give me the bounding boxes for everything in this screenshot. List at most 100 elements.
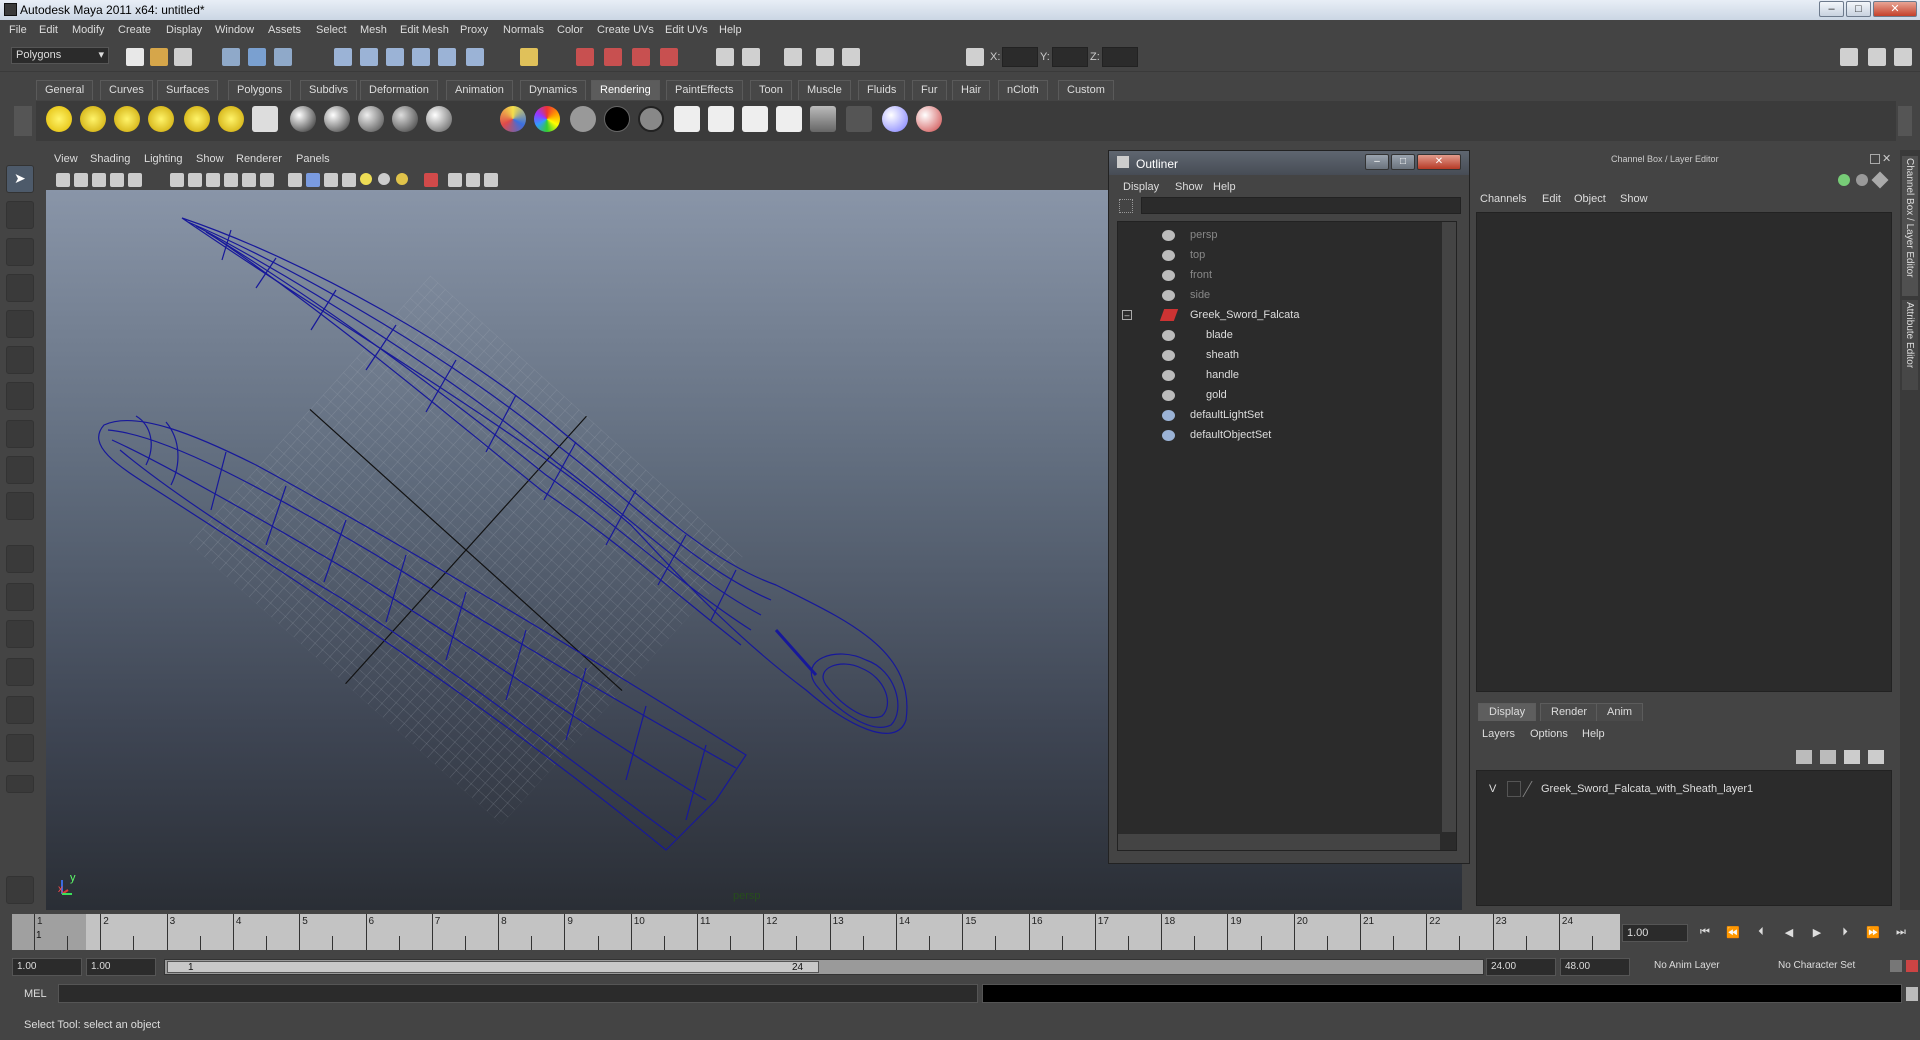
- phonge-shader-icon[interactable]: [358, 106, 384, 132]
- shelf-tab-hair[interactable]: Hair: [952, 80, 991, 100]
- go-to-start-icon[interactable]: ⏮: [1696, 926, 1714, 940]
- outliner-menu-help[interactable]: Help: [1213, 181, 1236, 193]
- shelf-tab-painteffects[interactable]: PaintEffects: [666, 80, 743, 100]
- render-settings-icon[interactable]: [632, 48, 650, 66]
- single-perspective-layout-icon[interactable]: [6, 545, 34, 573]
- universal-manipulator-icon[interactable]: [6, 382, 34, 410]
- cb-menu-edit[interactable]: Edit: [1542, 193, 1561, 205]
- start-time-field[interactable]: 1.00: [12, 958, 82, 976]
- show-hide-attribute-icon[interactable]: [784, 48, 802, 66]
- vp-menu-view[interactable]: View: [54, 153, 78, 165]
- point-light-icon[interactable]: [114, 106, 140, 132]
- menu-set-dropdown[interactable]: Polygons ▾: [11, 47, 109, 64]
- shelf-tab-rendering[interactable]: Rendering: [591, 80, 660, 100]
- go-to-end-icon[interactable]: ⏭: [1892, 926, 1910, 940]
- paint-select-tool-icon[interactable]: [6, 238, 34, 266]
- anisotropic-shader-icon[interactable]: [426, 106, 452, 132]
- ipr-render-icon[interactable]: [604, 48, 622, 66]
- xray-joints-icon[interactable]: [466, 173, 480, 187]
- transform-icon[interactable]: [742, 48, 760, 66]
- time-slider[interactable]: 1 1 2 3 4 5 6 7 8 9 10 11 12 13 14 15 16 17 18 19 20 21 22 23 2…: [12, 914, 1620, 950]
- snap-grid-icon[interactable]: [334, 48, 352, 66]
- side-tab-channel-box[interactable]: Channel Box / Layer Editor: [1902, 156, 1918, 296]
- outliner-horizontal-scrollbar[interactable]: [1118, 834, 1440, 850]
- scale-tool-icon[interactable]: [6, 346, 34, 374]
- channel-box-area[interactable]: [1476, 212, 1892, 692]
- image-plane-icon[interactable]: [110, 173, 124, 187]
- persp-graph-layout-icon[interactable]: [6, 658, 34, 686]
- move-layer-down-icon[interactable]: [1820, 750, 1836, 764]
- default-lighting-icon[interactable]: [360, 173, 372, 185]
- safe-title-icon[interactable]: [260, 173, 274, 187]
- playback-start-field[interactable]: 1.00: [86, 958, 156, 976]
- step-back-key-icon[interactable]: ⏪: [1724, 926, 1742, 940]
- collapse-toggle-icon[interactable]: –: [1122, 310, 1132, 320]
- minimize-button[interactable]: –: [1819, 1, 1844, 17]
- shelf-tab-subdivs[interactable]: Subdivs: [300, 80, 358, 100]
- menu-assets[interactable]: Assets: [268, 24, 301, 36]
- side-tab-attribute-editor[interactable]: Attribute Editor: [1902, 300, 1918, 390]
- z-field[interactable]: [1102, 47, 1138, 67]
- auto-key-icon[interactable]: [1890, 960, 1902, 972]
- tool-settings-icon[interactable]: [1868, 48, 1886, 66]
- volume-light-icon[interactable]: [218, 106, 244, 132]
- bookmarks-icon[interactable]: [92, 173, 106, 187]
- hypershade-shelf-icon[interactable]: [810, 106, 836, 132]
- save-scene-icon[interactable]: [174, 48, 192, 66]
- hypershade-icon[interactable]: [660, 48, 678, 66]
- menu-help[interactable]: Help: [719, 24, 742, 36]
- outliner-minimize-button[interactable]: –: [1365, 154, 1389, 170]
- soft-modification-icon[interactable]: [6, 420, 34, 448]
- menu-edit[interactable]: Edit: [39, 24, 58, 36]
- ambient-light-icon[interactable]: [46, 106, 72, 132]
- end-time-field[interactable]: 48.00: [1560, 958, 1630, 976]
- play-forward-icon[interactable]: ▶: [1808, 926, 1826, 940]
- speed-icon[interactable]: [1856, 174, 1868, 186]
- layer-menu-layers[interactable]: Layers: [1482, 728, 1515, 740]
- render-layer-icon[interactable]: [846, 106, 872, 132]
- render-view-icon[interactable]: [674, 106, 700, 132]
- outliner-titlebar[interactable]: Outliner – □ ✕: [1109, 151, 1469, 175]
- directional-light-icon[interactable]: [80, 106, 106, 132]
- menu-create-uvs[interactable]: Create UVs: [597, 24, 654, 36]
- shelf-tab-polygons[interactable]: Polygons: [228, 80, 292, 100]
- range-slider-handle[interactable]: 1 24: [167, 961, 819, 973]
- component-display-icon[interactable]: [484, 173, 498, 187]
- textured-icon[interactable]: [342, 173, 356, 187]
- layout-collapse-icon[interactable]: [6, 775, 34, 793]
- batch-render-icon[interactable]: [742, 106, 768, 132]
- input-line-icon[interactable]: [716, 48, 734, 66]
- camera-attributes-icon[interactable]: [74, 173, 88, 187]
- outliner-item-front[interactable]: front: [1190, 269, 1212, 281]
- channel-box-icon[interactable]: [1894, 48, 1912, 66]
- script-editor-icon[interactable]: [1906, 987, 1918, 1001]
- shelf-tab-muscle[interactable]: Muscle: [798, 80, 851, 100]
- menu-modify[interactable]: Modify: [72, 24, 104, 36]
- persp-hypershade-layout-icon[interactable]: [6, 696, 34, 724]
- snap-curve-icon[interactable]: [360, 48, 378, 66]
- anim-layer-dropdown[interactable]: No Anim Layer: [1650, 958, 1760, 976]
- vp-menu-lighting[interactable]: Lighting: [144, 153, 183, 165]
- play-backward-icon[interactable]: ◀: [1780, 926, 1798, 940]
- vp-menu-renderer[interactable]: Renderer: [236, 153, 282, 165]
- anim-prefs-icon[interactable]: [1906, 960, 1918, 972]
- make-live-icon[interactable]: [438, 48, 456, 66]
- menu-edit-uvs[interactable]: Edit UVs: [665, 24, 708, 36]
- snap-view-plane-icon[interactable]: [412, 48, 430, 66]
- outliner-item-greek-sword-falcata[interactable]: Greek_Sword_Falcata: [1190, 309, 1299, 321]
- use-background-icon[interactable]: [604, 106, 630, 132]
- vp-menu-shading[interactable]: Shading: [90, 153, 130, 165]
- render-current-icon[interactable]: [708, 106, 734, 132]
- layer-tab-render[interactable]: Render: [1540, 703, 1599, 721]
- layer-menu-options[interactable]: Options: [1530, 728, 1568, 740]
- outliner-close-button[interactable]: ✕: [1417, 154, 1461, 170]
- smooth-shade-icon[interactable]: [306, 173, 320, 187]
- absolute-transform-icon[interactable]: [966, 48, 984, 66]
- shelf-tab-deformation[interactable]: Deformation: [360, 80, 438, 100]
- safe-action-icon[interactable]: [242, 173, 256, 187]
- shelf-tab-dynamics[interactable]: Dynamics: [520, 80, 587, 100]
- resolution-gate-icon[interactable]: [188, 173, 202, 187]
- open-scene-icon[interactable]: [150, 48, 168, 66]
- attribute-editor-icon[interactable]: [1840, 48, 1858, 66]
- persp-outliner-layout-icon[interactable]: [6, 620, 34, 648]
